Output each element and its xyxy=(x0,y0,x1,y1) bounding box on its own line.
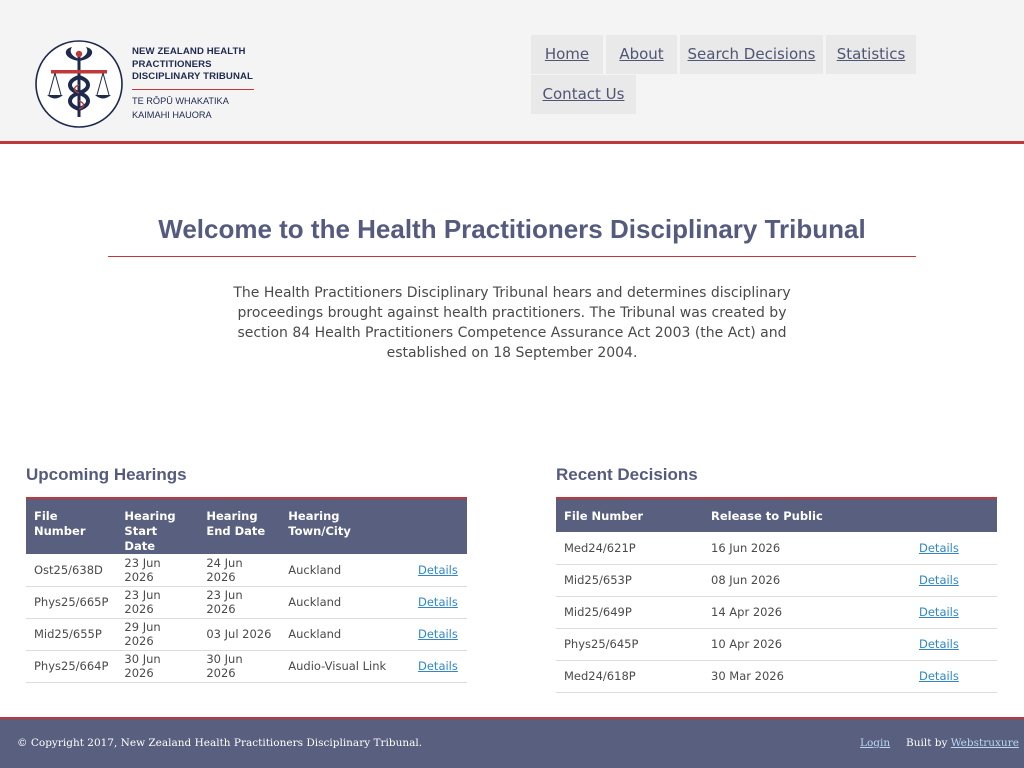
table-row: Med24/618P 30 Mar 2026 Details xyxy=(556,660,997,693)
column-header-release: Release to Public xyxy=(711,509,823,523)
column-header-actions xyxy=(410,498,467,554)
cell-actions: Details xyxy=(911,532,997,565)
nav-home-link[interactable]: Home xyxy=(531,35,603,74)
cell-file-number: Med24/618P xyxy=(556,660,703,693)
header-line: Hearing xyxy=(124,509,176,523)
logo-text: NEW ZEALAND HEALTH PRACTITIONERS DISCIPL… xyxy=(132,46,267,122)
cell-actions: Details xyxy=(911,596,997,629)
column-header-actions xyxy=(911,498,997,532)
nav-about-link[interactable]: About xyxy=(606,35,677,74)
logo-line: TE RŌPŪ WHAKATIKA xyxy=(132,95,229,106)
logo-name-english: NEW ZEALAND HEALTH PRACTITIONERS DISCIPL… xyxy=(132,46,267,84)
cell-release-date: 30 Mar 2026 xyxy=(703,660,911,693)
cell-actions: Details xyxy=(410,650,467,683)
cell-end-date: 24 Jun 2026 xyxy=(198,554,281,587)
cell-release-date: 08 Jun 2026 xyxy=(703,564,911,597)
cell-town: Auckland xyxy=(280,586,410,619)
table-row: Med24/621P 16 Jun 2026 Details xyxy=(556,532,997,565)
details-link[interactable]: Details xyxy=(919,605,959,619)
upcoming-hearings-title: Upcoming Hearings xyxy=(26,465,187,484)
logo-line: PRACTITIONERS xyxy=(132,58,212,70)
column-header-file-number: File Number xyxy=(34,509,86,538)
nav-statistics-link[interactable]: Statistics xyxy=(826,35,916,74)
cell-end-date: 03 Jul 2026 xyxy=(198,618,281,651)
tribunal-logo[interactable]: NEW ZEALAND HEALTH PRACTITIONERS DISCIPL… xyxy=(34,39,264,131)
header-line: Start Date xyxy=(124,524,158,553)
column-header-start-date: Hearing Start Date xyxy=(116,498,198,554)
details-link[interactable]: Details xyxy=(919,573,959,587)
upcoming-hearings-table: File Number Hearing Start Date Hearing End… xyxy=(26,497,467,683)
main-nav: Home About Search Decisions Statistics C… xyxy=(531,35,921,115)
cell-actions: Details xyxy=(410,554,467,587)
details-link[interactable]: Details xyxy=(919,637,959,651)
cell-file-number: Med24/621P xyxy=(556,532,703,565)
nav-search-decisions-link[interactable]: Search Decisions xyxy=(680,35,823,74)
details-link[interactable]: Details xyxy=(418,659,458,673)
built-by-text: Built by Webstruxure xyxy=(906,737,1019,749)
table-row: Phys25/665P 23 Jun 2026 23 Jun 2026 Auck… xyxy=(26,586,467,619)
recent-decisions-title: Recent Decisions xyxy=(556,465,698,484)
header-line: End Date xyxy=(206,524,266,538)
login-link[interactable]: Login xyxy=(860,737,890,749)
page: NEW ZEALAND HEALTH PRACTITIONERS DISCIPL… xyxy=(0,0,1024,768)
cell-town: Auckland xyxy=(280,618,410,651)
details-link[interactable]: Details xyxy=(418,595,458,609)
cell-town: Audio-Visual Link xyxy=(280,650,410,683)
cell-actions: Details xyxy=(911,564,997,597)
nav-contact-link[interactable]: Contact Us xyxy=(531,75,636,114)
header-line: Hearing xyxy=(206,509,258,523)
column-header-file-number: File Number xyxy=(564,509,644,523)
column-header-end-date: Hearing End Date xyxy=(198,498,280,554)
cell-release-date: 10 Apr 2026 xyxy=(703,628,911,661)
cell-file-number: Phys25/645P xyxy=(556,628,703,661)
logo-line: DISCIPLINARY TRIBUNAL xyxy=(132,71,253,82)
cell-end-date: 30 Jun 2026 xyxy=(198,650,281,683)
details-link[interactable]: Details xyxy=(919,541,959,555)
cell-release-date: 14 Apr 2026 xyxy=(703,596,911,629)
table-header-row: File Number Release to Public xyxy=(556,498,997,532)
cell-file-number: Phys25/664P xyxy=(26,650,117,683)
cell-file-number: Mid25/649P xyxy=(556,596,703,629)
cell-file-number: Phys25/665P xyxy=(26,586,117,619)
title-divider xyxy=(108,256,916,257)
table-row: Phys25/645P 10 Apr 2026 Details xyxy=(556,628,997,661)
cell-file-number: Ost25/638D xyxy=(26,554,117,587)
cell-start-date: 29 Jun 2026 xyxy=(116,618,199,651)
cell-town: Auckland xyxy=(280,554,410,587)
logo-line: KAIMAHI HAUORA xyxy=(132,109,212,120)
intro-paragraph: The Health Practitioners Disciplinary Tr… xyxy=(233,285,791,361)
cell-file-number: Mid25/653P xyxy=(556,564,703,597)
page-title: Welcome to the Health Practitioners Disc… xyxy=(158,214,866,244)
logo-name-maori: TE RŌPŪ WHAKATIKA KAIMAHI HAUORA xyxy=(132,94,267,122)
cell-actions: Details xyxy=(410,586,467,619)
table-header-row: File Number Hearing Start Date Hearing End… xyxy=(26,498,467,554)
cell-start-date: 23 Jun 2026 xyxy=(116,554,199,587)
table-row: Phys25/664P 30 Jun 2026 30 Jun 2026 Audi… xyxy=(26,650,467,683)
logo-line: NEW ZEALAND HEALTH xyxy=(132,46,246,57)
cell-file-number: Mid25/655P xyxy=(26,618,117,651)
details-link[interactable]: Details xyxy=(418,627,458,641)
cell-actions: Details xyxy=(410,618,467,651)
cell-start-date: 30 Jun 2026 xyxy=(116,650,199,683)
table-row: Ost25/638D 23 Jun 2026 24 Jun 2026 Auckl… xyxy=(26,554,467,587)
webstruxure-link[interactable]: Webstruxure xyxy=(951,737,1019,749)
copyright-text: © Copyright 2017, New Zealand Health Pra… xyxy=(17,737,423,749)
details-link[interactable]: Details xyxy=(919,669,959,683)
details-link[interactable]: Details xyxy=(418,563,458,577)
table-row: Mid25/649P 14 Apr 2026 Details xyxy=(556,596,997,629)
recent-decisions-table: File Number Release to Public Med24/621P… xyxy=(556,497,997,693)
caduceus-scales-icon xyxy=(35,40,123,128)
table-row: Mid25/653P 08 Jun 2026 Details xyxy=(556,564,997,597)
built-by-label: Built by xyxy=(906,737,948,749)
cell-release-date: 16 Jun 2026 xyxy=(703,532,911,565)
site-header: NEW ZEALAND HEALTH PRACTITIONERS DISCIPL… xyxy=(0,0,1024,144)
table-row: Mid25/655P 29 Jun 2026 03 Jul 2026 Auckl… xyxy=(26,618,467,651)
logo-divider xyxy=(132,88,254,90)
cell-start-date: 23 Jun 2026 xyxy=(116,586,199,619)
cell-actions: Details xyxy=(911,660,997,693)
cell-actions: Details xyxy=(911,628,997,661)
column-header-town: Hearing Town/City xyxy=(288,509,351,538)
site-footer: © Copyright 2017, New Zealand Health Pra… xyxy=(0,717,1024,768)
cell-end-date: 23 Jun 2026 xyxy=(198,586,281,619)
